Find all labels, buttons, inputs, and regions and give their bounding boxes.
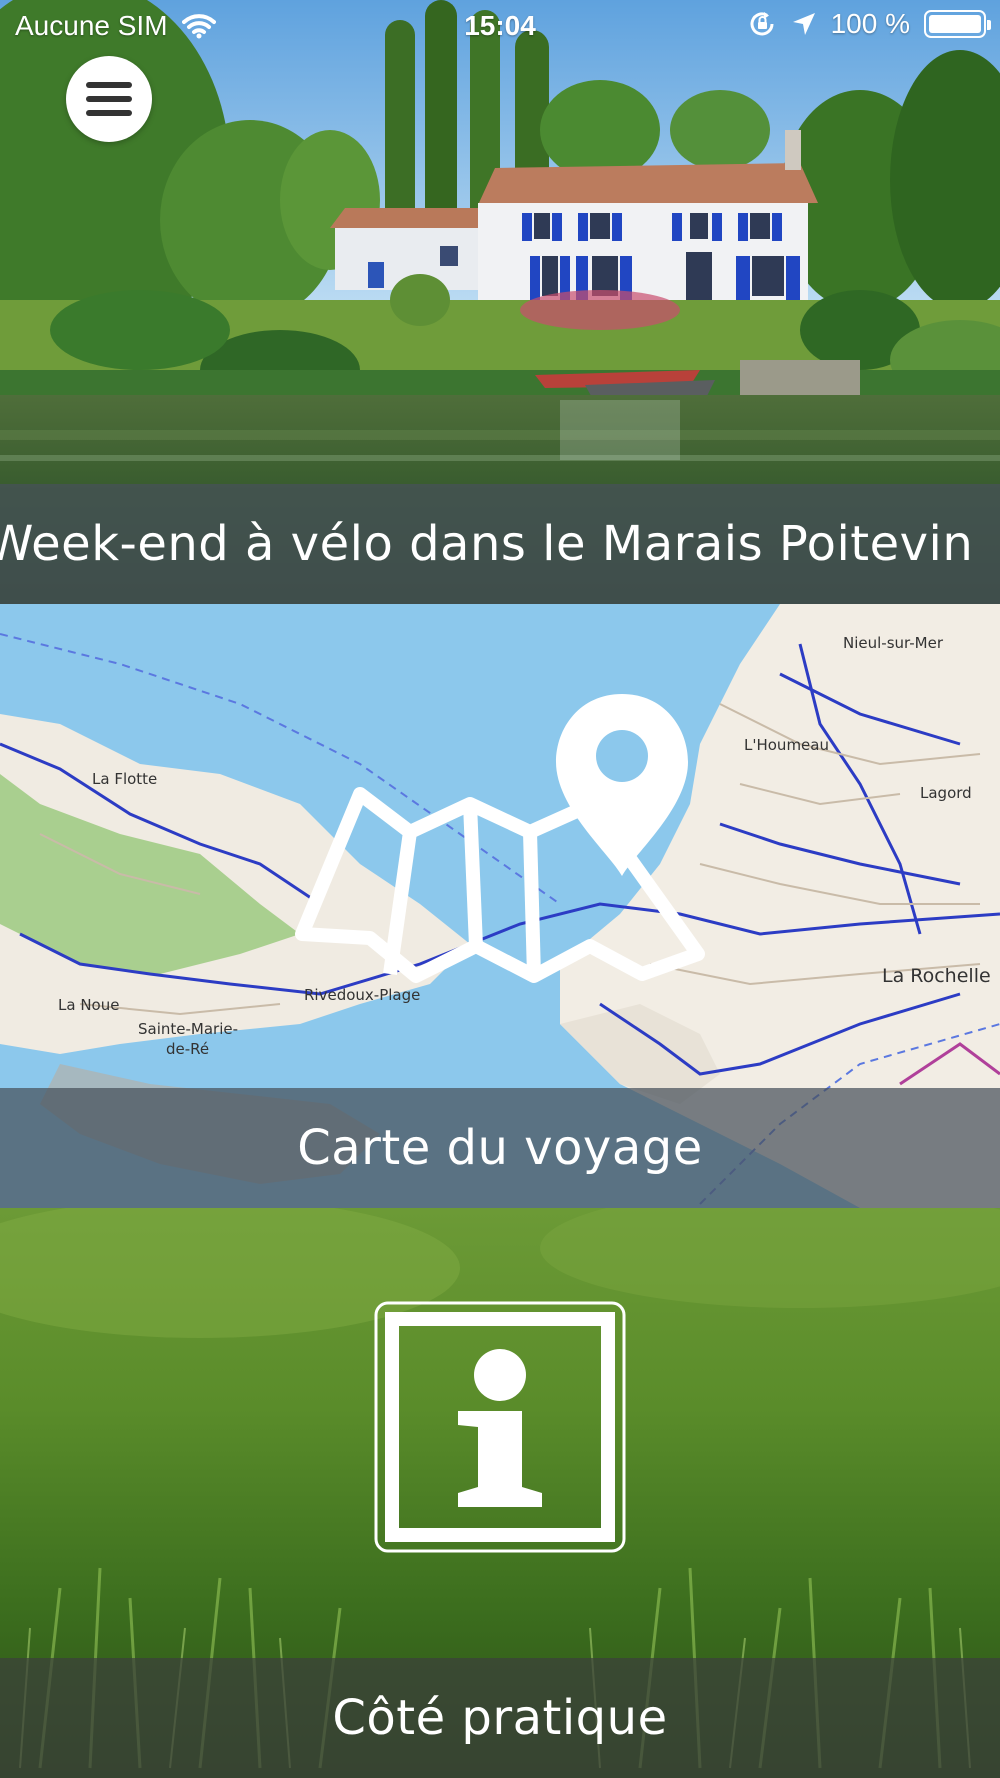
tile-cote-pratique[interactable]: Côté pratique [0, 1208, 1000, 1778]
tile-title-banner: Week-end à vélo dans le Marais Poitevin [0, 484, 1000, 604]
status-right-group: 100 % [747, 8, 991, 40]
map-label: La Noue [58, 996, 119, 1014]
map-label: de-Ré [166, 1040, 209, 1058]
map-label: Nieul-sur-Mer [843, 634, 944, 652]
map-label: La Rochelle [882, 965, 991, 987]
map-label: Sainte-Marie- [138, 1020, 238, 1038]
tile-carte-du-voyage[interactable]: Nieul-sur-Mer L'Houmeau Lagord La Flotte… [0, 604, 1000, 1208]
tile-title: Côté pratique [332, 1690, 668, 1746]
battery-icon [924, 10, 991, 38]
tile-title: Week-end à vélo dans le Marais Poitevin [0, 516, 974, 572]
tile-marais-poitevin[interactable]: Week-end à vélo dans le Marais Poitevin [0, 0, 1000, 604]
map-label: La Flotte [92, 770, 157, 788]
status-bar: Aucune SIM 15:04 100 % [0, 0, 1000, 52]
info-icon [374, 1301, 626, 1553]
tile-title-banner: Côté pratique [0, 1658, 1000, 1778]
map-pin-icon [295, 694, 705, 983]
orientation-lock-icon [750, 12, 774, 36]
hamburger-menu-icon [86, 82, 132, 116]
location-arrow-icon [792, 13, 815, 35]
battery-percent: 100 % [830, 8, 910, 39]
tile-title: Carte du voyage [297, 1120, 703, 1176]
map-label: Lagord [920, 784, 972, 802]
tile-title-banner: Carte du voyage [0, 1088, 1000, 1208]
map-label: L'Houmeau [744, 736, 829, 754]
menu-button[interactable] [66, 56, 152, 142]
